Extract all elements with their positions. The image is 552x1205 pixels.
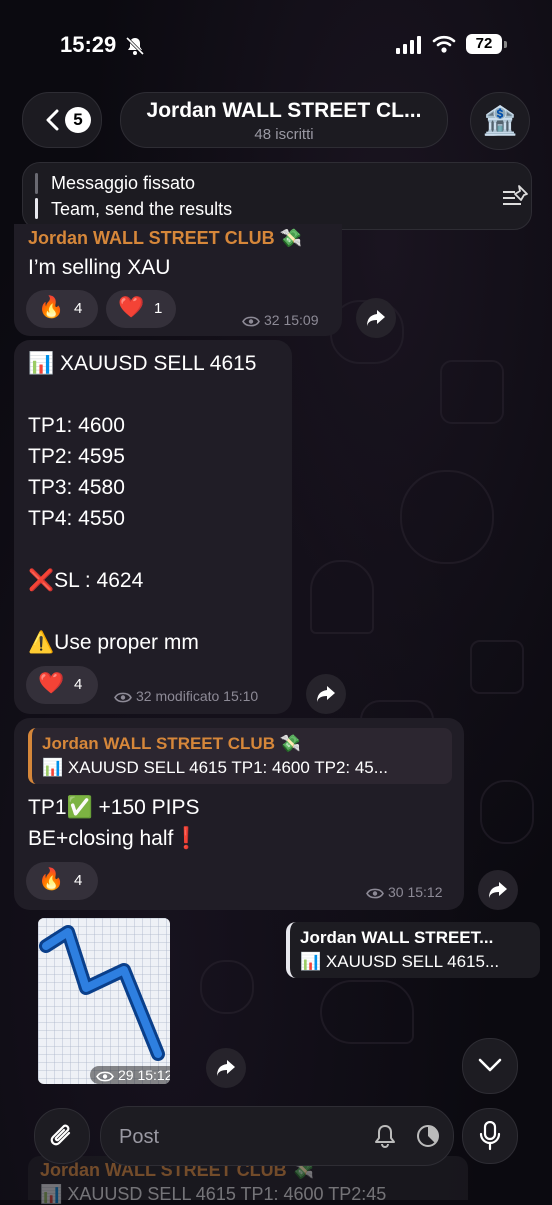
eye-icon [96, 1071, 114, 1082]
reaction-emoji: ❤️ [38, 672, 65, 695]
reaction-count: 4 [74, 872, 83, 889]
forward-icon [367, 310, 385, 326]
message-bubble[interactable]: 📊 XAUUSD SELL 4615 TP1: 4600 TP2: 4595 T… [14, 340, 292, 714]
wallpaper-doodle [200, 960, 254, 1014]
channel-title: Jordan WALL STREET CL... [146, 99, 422, 122]
status-bar: 15:29 72 [0, 0, 552, 90]
message-text: I’m selling XAU [28, 256, 171, 279]
reaction-emoji: 🔥 [38, 868, 65, 891]
battery-icon: 72 [466, 34, 502, 54]
view-count: 30 [388, 884, 404, 900]
timer-icon[interactable] [415, 1123, 441, 1149]
quote-text: 📊 XAUUSD SELL 4615 TP1: 4600 TP2: 45... [42, 758, 388, 777]
paperclip-icon [50, 1124, 71, 1146]
pinned-label: Messaggio fissato [51, 173, 196, 193]
forward-icon [217, 1060, 235, 1076]
view-count: 32 [264, 312, 280, 328]
message-time: 15:12 [137, 1067, 170, 1083]
view-count: 32 [136, 688, 152, 704]
chart-decreasing-sticker[interactable]: 29 15:12 [38, 918, 170, 1084]
reaction-heart[interactable]: ❤️ 4 [26, 666, 98, 704]
view-count: 29 [118, 1067, 134, 1083]
back-button[interactable]: 5 [22, 92, 102, 148]
battery-tip [504, 41, 507, 48]
wallpaper-doodle [470, 640, 524, 694]
forward-icon [489, 882, 507, 898]
message-time: 15:10 [223, 688, 259, 704]
message-time: 15:12 [407, 884, 443, 900]
message-bubble[interactable]: Jordan WALL STREET CLUB 💸 📊 XAUUSD SELL … [14, 718, 464, 910]
message-meta: 32 15:09 [242, 312, 319, 328]
chevron-left-icon [46, 109, 59, 131]
chart-decreasing-icon [38, 918, 170, 1084]
wallpaper-doodle [310, 560, 374, 634]
signal-icon [396, 36, 421, 54]
reply-quote[interactable]: Jordan WALL STREET... 📊 XAUUSD SELL 4615… [286, 922, 540, 978]
reaction-count: 4 [74, 676, 83, 693]
message-text: 📊 XAUUSD SELL 4615 TP1: 4600 TP2:45 [40, 1184, 387, 1204]
wallpaper-doodle [440, 360, 504, 424]
unread-count-badge: 5 [65, 107, 91, 133]
channel-avatar[interactable]: 🏦 [470, 92, 530, 150]
eye-icon [242, 316, 260, 327]
wallpaper-doodle [480, 780, 534, 844]
reaction-emoji: 🔥 [38, 296, 65, 319]
reply-quote[interactable]: Jordan WALL STREET CLUB 💸 📊 XAUUSD SELL … [28, 728, 452, 784]
reaction-heart[interactable]: ❤️ 1 [106, 290, 176, 328]
wallpaper-doodle [320, 980, 414, 1044]
message-meta: 29 15:12 [90, 1066, 170, 1084]
quote-text: 📊 XAUUSD SELL 4615... [300, 952, 500, 971]
reaction-count: 1 [154, 300, 163, 317]
wallpaper-doodle [400, 470, 494, 564]
eye-icon [114, 692, 132, 703]
pinned-message-bar[interactable]: Messaggio fissato Team, send the results [22, 162, 532, 230]
quote-sender: Jordan WALL STREET... [300, 928, 494, 947]
forward-button[interactable] [356, 298, 396, 338]
forward-button[interactable] [306, 674, 346, 714]
reaction-fire[interactable]: 🔥 4 [26, 862, 98, 900]
quote-sender: Jordan WALL STREET CLUB 💸 [42, 734, 301, 753]
reaction-fire[interactable]: 🔥 4 [26, 290, 98, 328]
subscriber-count: 48 iscritti [254, 126, 314, 143]
message-meta: 32 modificato 15:10 [114, 688, 258, 704]
message-meta: 30 15:12 [366, 884, 443, 900]
forward-button[interactable] [206, 1048, 246, 1088]
bell-slash-icon [125, 36, 145, 56]
forward-icon [317, 686, 335, 702]
reaction-emoji: ❤️ [118, 296, 145, 319]
message-input-bar[interactable] [100, 1106, 454, 1166]
bell-icon[interactable] [373, 1123, 397, 1149]
pinned-text: Team, send the results [51, 199, 233, 219]
channel-title-button[interactable]: Jordan WALL STREET CL... 48 iscritti [120, 92, 448, 148]
pinned-indicator [35, 173, 38, 219]
message-time: 15:09 [283, 312, 319, 328]
wifi-icon [432, 35, 456, 53]
voice-message-button[interactable] [462, 1108, 518, 1164]
scroll-down-button[interactable] [462, 1038, 518, 1094]
message-sender: Jordan WALL STREET CLUB 💸 [28, 228, 303, 248]
message-bubble[interactable]: Jordan WALL STREET CLUB 💸 I’m selling XA… [14, 224, 342, 336]
message-text: TP1✅ +150 PIPS BE+closing half❗ [28, 796, 200, 850]
status-time: 15:29 [60, 32, 117, 57]
post-input[interactable] [117, 1121, 361, 1153]
edited-label: modificato [155, 688, 220, 704]
chevron-down-icon [478, 1058, 502, 1072]
forward-button[interactable] [478, 870, 518, 910]
pin-list-icon[interactable] [501, 183, 531, 209]
reaction-count: 4 [74, 300, 83, 317]
message-text: 📊 XAUUSD SELL 4615 TP1: 4600 TP2: 4595 T… [28, 352, 257, 654]
attach-button[interactable] [34, 1108, 90, 1164]
eye-icon [366, 888, 384, 899]
microphone-icon [479, 1121, 501, 1151]
